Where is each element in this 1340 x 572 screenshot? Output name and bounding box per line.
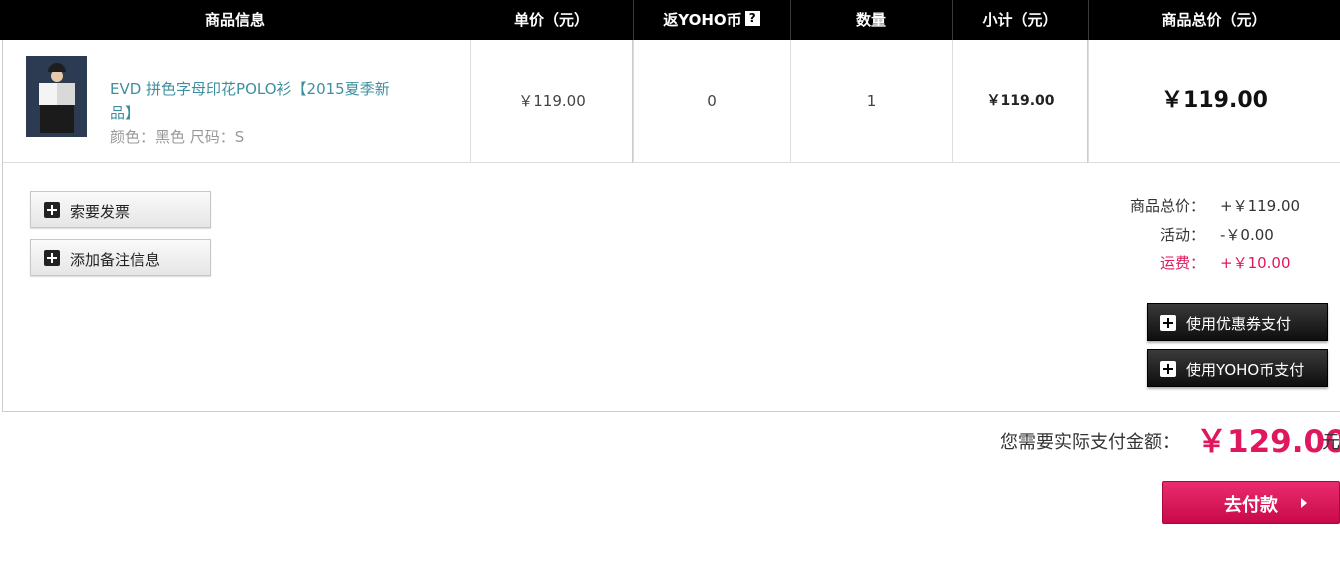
summary-goods-total-label: 商品总价： — [1129, 197, 1205, 215]
cart-table-header: 商品信息 单价（元） 返YOHO币? 数量 小计（元） 商品总价（元） — [0, 0, 1340, 40]
request-invoice-button[interactable]: 索要发票 — [30, 191, 211, 228]
col-header-total: 商品总价（元） — [1161, 11, 1267, 29]
item-total-value: ￥119.00 — [1161, 88, 1268, 113]
product-title-link[interactable]: EVD 拼色字母印花POLO衫【2015夏季新品】 — [110, 77, 410, 125]
add-remark-label: 添加备注信息 — [70, 251, 161, 269]
quantity-value: 1 — [866, 92, 877, 110]
help-icon[interactable]: ? — [744, 11, 760, 26]
plus-icon — [44, 250, 60, 266]
summary-shipping-label: 运费： — [1159, 254, 1205, 272]
plus-icon — [1160, 361, 1176, 377]
add-remark-button[interactable]: 添加备注信息 — [30, 239, 211, 276]
col-header-yoho-label: 返YOHO币 — [663, 11, 742, 29]
summary-promo-label: 活动： — [1159, 226, 1205, 244]
pay-amount-label: 您需要实际支付金额： — [1000, 432, 1180, 453]
col-header-unit-price: 单价（元） — [513, 11, 589, 29]
summary-promo-value: -￥0.00 — [1220, 226, 1274, 244]
yoho-coin-return: 0 — [707, 92, 717, 110]
col-header-subtotal: 小计（元） — [982, 11, 1058, 29]
summary-goods-total-value: +￥119.00 — [1220, 197, 1301, 215]
col-header-product: 商品信息 — [204, 11, 265, 29]
chevron-right-icon — [1301, 498, 1307, 508]
plus-icon — [44, 202, 60, 218]
subtotal-value: ￥119.00 — [986, 93, 1055, 109]
pay-amount-unit: 元 — [1322, 432, 1340, 453]
plus-icon — [1160, 315, 1176, 331]
product-thumbnail[interactable] — [26, 56, 87, 137]
request-invoice-label: 索要发票 — [70, 203, 131, 221]
checkout-button-label: 去付款 — [1224, 495, 1278, 516]
col-header-yoho-coin: 返YOHO币? — [633, 0, 790, 40]
checkout-button[interactable]: 去付款 — [1162, 481, 1340, 524]
col-header-quantity: 数量 — [855, 11, 886, 29]
summary-shipping-value: +￥10.00 — [1220, 254, 1291, 272]
product-attributes: 颜色：黑色 尺码：S — [110, 128, 245, 146]
use-coupon-label: 使用优惠券支付 — [1186, 315, 1292, 333]
use-yoho-coin-button[interactable]: 使用YOHO币支付 — [1147, 349, 1328, 387]
pay-amount-value: ￥129.00 — [1196, 424, 1340, 460]
unit-price: ￥119.00 — [518, 92, 586, 110]
use-coupon-button[interactable]: 使用优惠券支付 — [1147, 303, 1328, 341]
use-yoho-coin-label: 使用YOHO币支付 — [1186, 361, 1305, 379]
